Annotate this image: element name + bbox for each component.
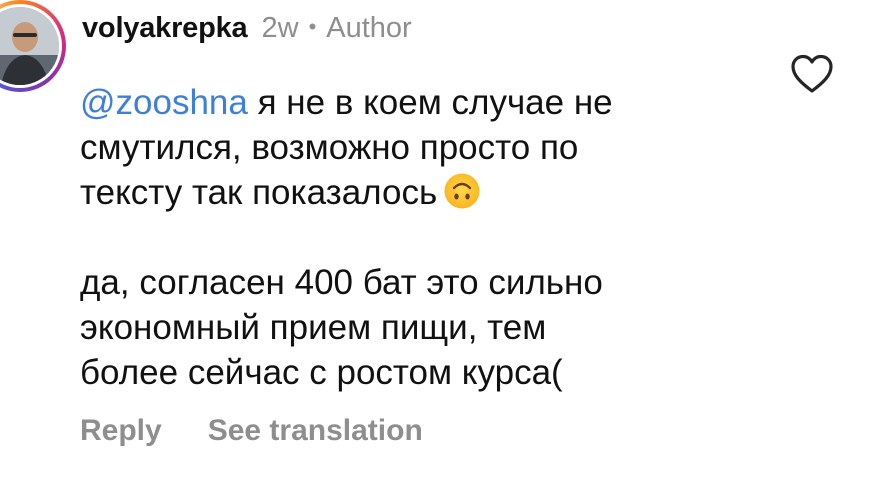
- avatar-story-ring[interactable]: [0, 0, 66, 92]
- comment-line: я не в коем случае не: [247, 83, 613, 122]
- author-badge: Author: [326, 12, 412, 44]
- avatar-photo: [0, 7, 59, 85]
- comment-actions: Reply See translation: [80, 414, 423, 448]
- comment-line: да, согласен 400 бат это сильно: [80, 263, 603, 302]
- reply-button[interactable]: Reply: [80, 414, 162, 448]
- avatar[interactable]: [0, 4, 62, 88]
- user-mention[interactable]: @zooshna: [80, 83, 248, 122]
- comment-paragraph-2: да, согласен 400 бат это сильно экономный…: [80, 260, 760, 395]
- comment: volyakrepka 2w • Author @zooshna я не в …: [0, 0, 869, 498]
- comment-line: экономный прием пищи, тем: [80, 308, 547, 347]
- heart-outline-icon: [791, 54, 833, 93]
- comment-body: @zooshna я не в коем случае не смутился, …: [80, 80, 760, 395]
- comment-line: более сейчас с ростом курса(: [80, 353, 563, 392]
- comment-line: тексту так показалось: [80, 173, 438, 212]
- timestamp: 2w: [261, 12, 299, 44]
- comment-paragraph-1: @zooshna я не в коем случае не смутился, …: [80, 80, 760, 215]
- separator-dot: •: [308, 14, 317, 39]
- username[interactable]: volyakrepka: [82, 12, 248, 45]
- see-translation-button[interactable]: See translation: [208, 414, 423, 448]
- upside-down-face-icon: [443, 172, 481, 210]
- comment-header: volyakrepka 2w • Author: [82, 12, 412, 52]
- comment-line: смутился, возможно просто по: [80, 128, 579, 167]
- like-button[interactable]: [790, 54, 834, 94]
